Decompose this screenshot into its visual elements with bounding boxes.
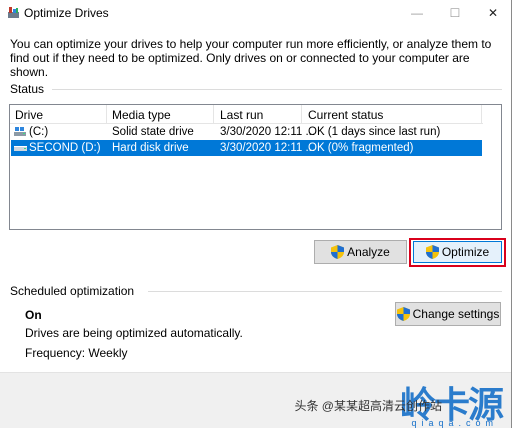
dialog-footer: 岭卡源 头条 @某某超高清云创作站 qiaqa.com — [0, 372, 512, 428]
drive-row-d[interactable]: SECOND (D:) Hard disk drive 3/30/2020 12… — [11, 140, 482, 156]
schedule-frequency: Frequency: Weekly — [25, 346, 128, 360]
minimize-button[interactable]: — — [398, 0, 436, 26]
optimize-label: Optimize — [441, 245, 490, 259]
column-last-run[interactable]: Last run — [220, 108, 263, 122]
hard-drive-icon — [14, 146, 27, 151]
optimize-drives-app-icon — [8, 7, 19, 18]
close-icon: ✕ — [487, 6, 499, 20]
change-settings-label: Change settings — [412, 307, 500, 321]
last-run: 3/30/2020 12:11 ... — [220, 126, 316, 138]
column-separator[interactable] — [301, 105, 302, 123]
watermark-domain: qiaqa.com — [411, 418, 498, 428]
windows-drive-icon — [14, 127, 26, 136]
title-bar: Optimize Drives — ☐ ✕ — [0, 0, 512, 26]
media-type: Hard disk drive — [112, 142, 189, 154]
close-button[interactable]: ✕ — [474, 0, 512, 26]
column-separator[interactable] — [106, 105, 107, 123]
scheduled-group-label: Scheduled optimization — [10, 284, 141, 298]
drives-list[interactable]: Drive Media type Last run Current status… — [9, 104, 502, 230]
maximize-icon: ☐ — [449, 6, 461, 20]
analyze-button[interactable]: Analyze — [314, 240, 407, 264]
column-media-type[interactable]: Media type — [112, 108, 171, 122]
current-status: OK (1 days since last run) — [308, 126, 441, 138]
watermark-text: 头条 @某某超高清云创作站 — [294, 399, 442, 413]
column-current-status[interactable]: Current status — [308, 108, 383, 122]
optimize-button[interactable]: Optimize — [413, 241, 502, 263]
status-group-label: Status — [10, 82, 51, 96]
scheduled-divider — [148, 291, 502, 292]
schedule-description: Drives are being optimized automatically… — [25, 326, 243, 340]
uac-shield-icon — [331, 245, 345, 259]
window-title: Optimize Drives — [24, 6, 109, 20]
intro-text: You can optimize your drives to help you… — [10, 37, 492, 79]
last-run: 3/30/2020 12:11 ... — [220, 142, 316, 154]
minimize-icon: — — [411, 6, 423, 20]
uac-shield-icon — [396, 307, 410, 321]
column-separator[interactable] — [213, 105, 214, 123]
drive-name: SECOND (D:) — [29, 142, 101, 154]
uac-shield-icon — [425, 245, 439, 259]
current-status: OK (0% fragmented) — [308, 142, 414, 154]
change-settings-button[interactable]: Change settings — [395, 302, 501, 326]
drives-list-header: Drive Media type Last run Current status — [10, 105, 501, 124]
drive-name: (C:) — [29, 126, 49, 138]
schedule-state: On — [25, 308, 42, 322]
column-drive[interactable]: Drive — [15, 108, 43, 122]
status-divider — [52, 89, 502, 90]
analyze-label: Analyze — [347, 245, 390, 259]
drive-row-c[interactable]: (C:) Solid state drive 3/30/2020 12:11 .… — [11, 124, 482, 140]
media-type: Solid state drive — [112, 126, 194, 138]
column-separator[interactable] — [481, 105, 482, 123]
maximize-button[interactable]: ☐ — [436, 0, 474, 26]
list-scrollbar-track[interactable] — [483, 105, 501, 229]
